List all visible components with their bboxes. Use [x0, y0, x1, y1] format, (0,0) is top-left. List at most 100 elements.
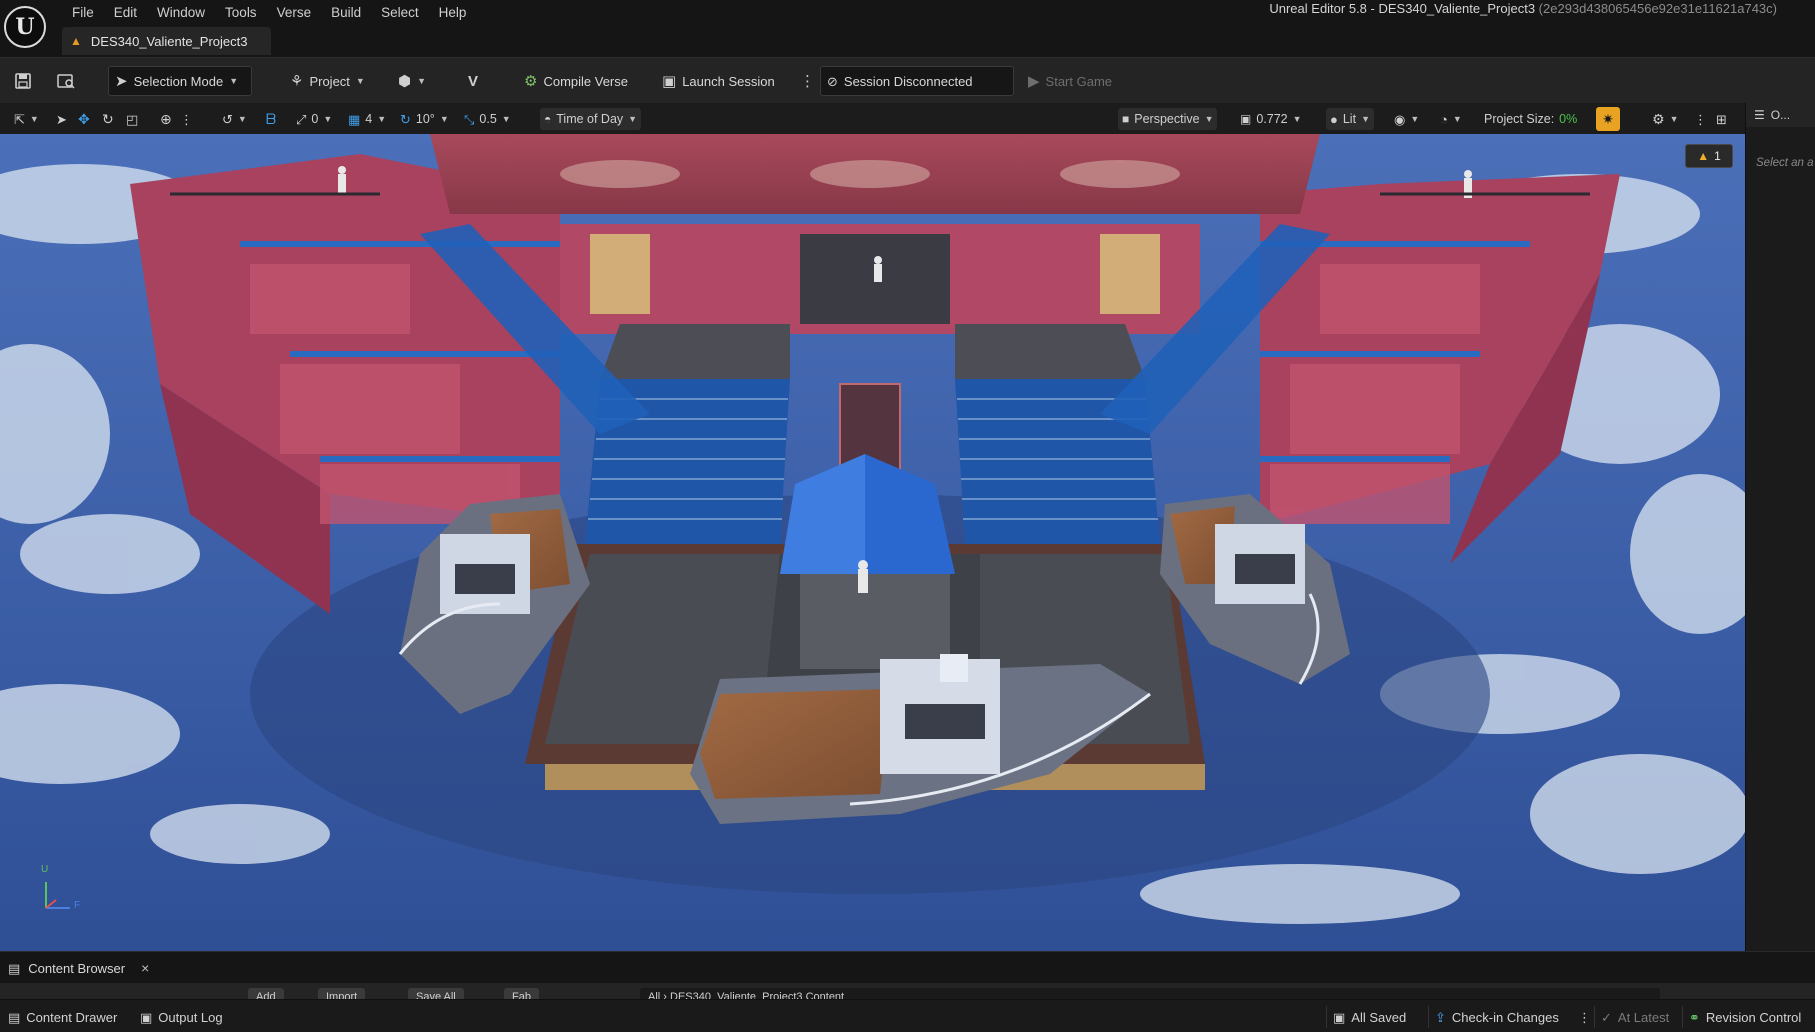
time-of-day-label: Time of Day	[556, 112, 624, 126]
viewport-settings-dropdown[interactable]: ⚙ ▼	[1648, 108, 1682, 130]
performance-dropdown[interactable]: ◔ ▼	[1436, 108, 1466, 130]
move-tool-button[interactable]: ✥	[74, 108, 94, 130]
pivot-icon: ⤢	[296, 111, 307, 127]
outliner-tab-label: O...	[1770, 108, 1791, 122]
viewport-menu-button[interactable]: ⋮	[1690, 108, 1711, 130]
folder-search-icon	[57, 74, 75, 89]
rotate-icon: ↻	[102, 111, 114, 127]
menu-build[interactable]: Build	[321, 3, 371, 23]
snap-toggle-button[interactable]: ᗷ	[262, 108, 280, 130]
title-bar: U File Edit Window Tools Verse Build Sel…	[0, 0, 1815, 57]
performance-icon: ◔	[1440, 111, 1448, 127]
transform-mode-dropdown[interactable]: ⇱ ▼	[10, 108, 43, 130]
all-saved-button[interactable]: ▣ All Saved	[1326, 1006, 1412, 1028]
disconnected-icon: ⊘	[827, 73, 838, 89]
realtime-toggle-button[interactable]: ✷	[1596, 107, 1620, 131]
menu-verse[interactable]: Verse	[267, 3, 322, 23]
save-all-button[interactable]: Save All	[408, 988, 464, 999]
project-icon: ⚘	[290, 72, 304, 90]
surface-snap-dropdown[interactable]: ↺ ▼	[218, 108, 251, 130]
chevron-down-icon: ▼	[377, 114, 387, 124]
start-game-label: Start Game	[1045, 73, 1113, 89]
play-icon: ▶	[1028, 72, 1040, 90]
time-of-day-dropdown[interactable]: ◓ Time of Day ▼	[540, 108, 642, 130]
grid-snap-dropdown[interactable]: ▦ 4 ▼	[344, 108, 390, 130]
revision-control-icon: ⚭	[1689, 1009, 1700, 1025]
add-button[interactable]: Add	[248, 988, 284, 999]
project-tab[interactable]: ▲ DES340_Valiente_Project3	[62, 27, 271, 55]
outliner-hint: Select an a	[1756, 157, 1814, 169]
select-tool-button[interactable]: ➤	[52, 108, 71, 130]
chevron-down-icon: ▼	[1204, 114, 1214, 124]
scale-snap-value: 0.5	[479, 112, 497, 126]
camera-speed-dropdown[interactable]: ▣ 0.772 ▼	[1236, 108, 1306, 130]
translate-snap-dropdown[interactable]: ⤢ 0 ▼	[292, 108, 336, 130]
scale-snap-dropdown[interactable]: ⤡ 0.5 ▼	[460, 108, 515, 130]
menu-window[interactable]: Window	[147, 3, 215, 23]
outliner-tab[interactable]: ☰ O...	[1746, 103, 1815, 127]
menu-tools[interactable]: Tools	[215, 3, 267, 23]
import-button[interactable]: Import	[318, 988, 366, 999]
translate-snap-value: 0	[311, 112, 319, 126]
rotation-snap-dropdown[interactable]: ↻ 10° ▼	[396, 108, 453, 130]
menu-help[interactable]: Help	[429, 3, 477, 23]
viewport-options-button[interactable]: ⋮	[176, 108, 197, 130]
menu-select[interactable]: Select	[371, 3, 429, 23]
add-content-dropdown[interactable]: ⬢ ▼	[392, 66, 432, 96]
more-vertical-icon: ⋮	[800, 72, 815, 90]
scale-tool-button[interactable]: ◰	[122, 108, 142, 130]
show-flags-dropdown[interactable]: ◉ ▼	[1390, 108, 1423, 130]
eye-icon: ◉	[1394, 111, 1406, 127]
camera-icon: ■	[1122, 112, 1130, 126]
path-breadcrumb[interactable]: All › DES340_Valiente_Project3 Content	[640, 988, 1660, 999]
compile-verse-button[interactable]: ⚙ Compile Verse	[518, 66, 634, 96]
close-icon[interactable]: ×	[141, 960, 149, 976]
selection-mode-dropdown[interactable]: ➤ Selection Mode ▼	[108, 66, 252, 96]
warnings-badge[interactable]: ▲ 1	[1685, 144, 1733, 168]
level-viewport[interactable]: ▲ 1 U F	[0, 134, 1745, 951]
output-log-button[interactable]: ▣ Output Log	[134, 1006, 229, 1028]
chevron-down-icon: ▼	[355, 76, 365, 86]
session-options-button[interactable]: ⋮	[794, 66, 821, 96]
log-icon: ▣	[140, 1009, 153, 1025]
chevron-down-icon: ▼	[1292, 114, 1302, 124]
project-size-label: Project Size:	[1484, 112, 1555, 126]
check-in-button[interactable]: ⇪ Check-in Changes	[1428, 1006, 1565, 1028]
at-latest-label: At Latest	[1617, 1009, 1670, 1025]
start-game-button[interactable]: ▶ Start Game	[1022, 66, 1118, 96]
unreal-logo-icon[interactable]: U	[4, 6, 46, 48]
perspective-dropdown[interactable]: ■ Perspective ▼	[1118, 108, 1218, 130]
globe-icon: ⊕	[160, 111, 172, 127]
grid-icon: ▦	[348, 111, 361, 127]
chevron-down-icon: ▼	[1669, 114, 1679, 124]
fab-button[interactable]: Fab	[504, 988, 539, 999]
at-latest-button[interactable]: ✓ At Latest	[1594, 1006, 1675, 1028]
move-icon: ✥	[78, 111, 90, 127]
main-menu: File Edit Window Tools Verse Build Selec…	[62, 3, 476, 23]
menu-file[interactable]: File	[62, 3, 104, 23]
content-browser-tab[interactable]: ▤ Content Browser ×	[0, 956, 157, 980]
axis-indicator: U F	[40, 864, 90, 914]
rotate-tool-button[interactable]: ↻	[98, 108, 118, 130]
menu-edit[interactable]: Edit	[104, 3, 147, 23]
browse-button[interactable]	[50, 66, 82, 96]
chevron-down-icon: ▼	[323, 114, 333, 124]
compile-icon: ⚙	[524, 72, 538, 90]
chevron-down-icon: ▼	[1361, 114, 1370, 124]
layout-button[interactable]: ⊞	[1712, 108, 1731, 130]
scale-icon: ◰	[126, 111, 139, 127]
project-label: Project	[309, 73, 350, 89]
world-local-toggle[interactable]: ⊕	[156, 108, 176, 130]
save-button[interactable]	[8, 66, 38, 96]
selection-mode-label: Selection Mode	[133, 73, 224, 89]
session-status[interactable]: ⊘ Session Disconnected	[820, 66, 1014, 96]
breadcrumb-project[interactable]: DES340_Valiente_Project3 Content	[670, 991, 844, 999]
project-dropdown[interactable]: ⚘ Project ▼	[284, 66, 371, 96]
verse-button[interactable]: V	[462, 66, 484, 96]
breadcrumb-all[interactable]: All	[648, 991, 660, 999]
lit-dropdown[interactable]: ● Lit ▼	[1326, 108, 1374, 130]
revision-control-button[interactable]: ⚭ Revision Control	[1682, 1006, 1815, 1028]
launch-session-button[interactable]: ▣ Launch Session	[656, 66, 781, 96]
grid-snap-value: 4	[365, 112, 373, 126]
content-drawer-button[interactable]: ▤ Content Drawer	[2, 1006, 123, 1028]
